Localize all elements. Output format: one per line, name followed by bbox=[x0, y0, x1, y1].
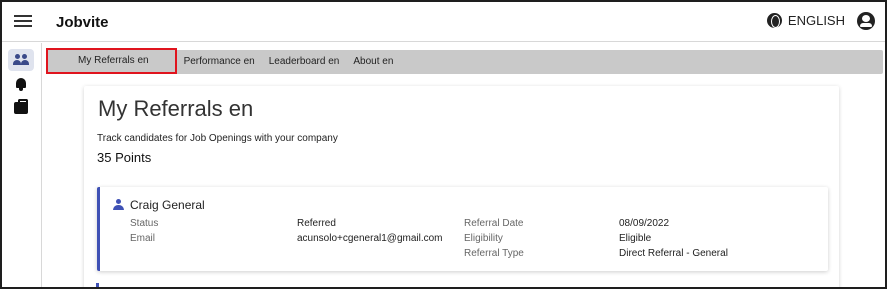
person-icon bbox=[113, 199, 124, 210]
referral-type-value: Direct Referral - General bbox=[619, 248, 728, 259]
language-selector[interactable]: ENGLISH bbox=[766, 13, 845, 28]
account-icon[interactable] bbox=[857, 12, 875, 30]
email-label: Email bbox=[130, 233, 156, 244]
referral-date-label: Referral Date bbox=[464, 218, 524, 229]
top-bar: Jobvite ENGLISH bbox=[2, 2, 885, 42]
briefcase-icon bbox=[14, 99, 28, 114]
side-rail bbox=[2, 43, 42, 287]
app-window: Jobvite ENGLISH My Referrals en Performa… bbox=[0, 0, 887, 289]
referral-card[interactable]: Craig General Status Referred Email acun… bbox=[97, 187, 828, 271]
eligibility-label: Eligibility bbox=[464, 233, 503, 244]
points-total: 35 Points bbox=[97, 150, 152, 165]
language-label: ENGLISH bbox=[787, 13, 845, 28]
referral-date-value: 08/09/2022 bbox=[619, 218, 670, 229]
email-value: acunsolo+cgeneral1@gmail.com bbox=[297, 233, 443, 244]
eligibility-value: Eligible bbox=[619, 233, 652, 244]
app-title: Jobvite bbox=[56, 14, 109, 31]
bell-icon bbox=[14, 77, 28, 91]
referral-type-label: Referral Type bbox=[464, 248, 524, 259]
globe-icon bbox=[766, 13, 782, 28]
page-title: My Referrals en bbox=[98, 96, 254, 121]
tab-about[interactable]: About en bbox=[346, 50, 400, 74]
page-subtitle: Track candidates for Job Openings with y… bbox=[97, 133, 338, 144]
menu-icon[interactable] bbox=[14, 12, 32, 30]
referrals-card: My Referrals en Track candidates for Job… bbox=[84, 86, 839, 287]
rail-item-referrals[interactable] bbox=[8, 49, 34, 71]
next-referral-edge bbox=[96, 283, 99, 287]
candidate-name: Craig General bbox=[130, 198, 205, 212]
tab-leaderboard[interactable]: Leaderboard en bbox=[262, 50, 347, 74]
rail-item-notifications[interactable] bbox=[8, 73, 34, 95]
status-value: Referred bbox=[297, 218, 336, 229]
people-icon bbox=[13, 54, 29, 66]
tab-my-referrals[interactable]: My Referrals en bbox=[46, 48, 177, 74]
tab-performance[interactable]: Performance en bbox=[177, 50, 262, 74]
status-label: Status bbox=[130, 218, 159, 229]
rail-item-jobs[interactable] bbox=[8, 97, 34, 119]
tab-strip: My Referrals en Performance en Leaderboa… bbox=[46, 48, 883, 74]
